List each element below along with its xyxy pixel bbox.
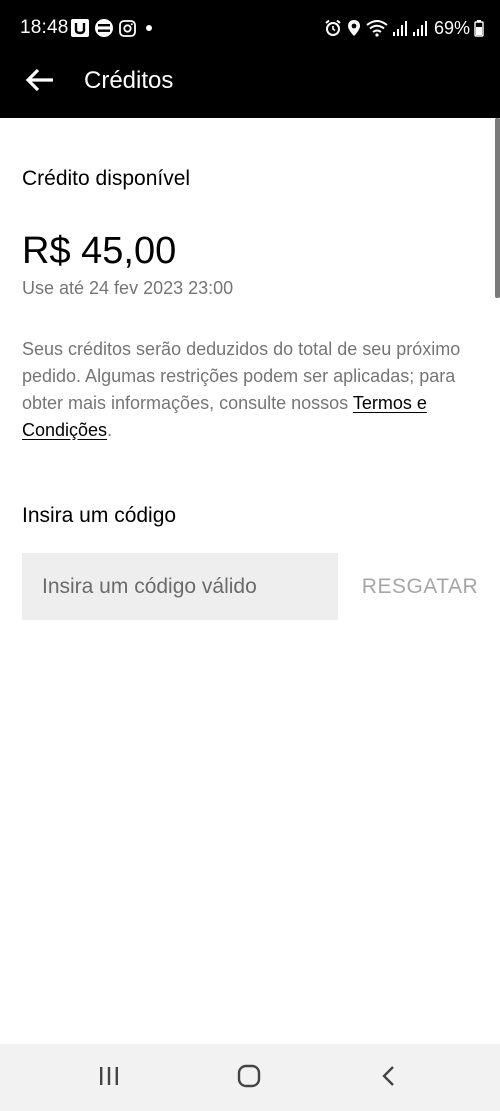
alarm-icon bbox=[324, 19, 342, 37]
status-notification-icons bbox=[71, 18, 156, 38]
credit-heading: Crédito disponível bbox=[22, 167, 191, 190]
notification-dot-icon bbox=[142, 21, 156, 35]
back-button[interactable] bbox=[22, 64, 58, 100]
scrollbar[interactable] bbox=[495, 118, 500, 298]
wifi-icon bbox=[366, 19, 388, 37]
arrow-left-icon bbox=[25, 67, 55, 98]
redeem-button[interactable]: RESGATAR bbox=[352, 553, 488, 620]
system-navigation-bar bbox=[0, 1044, 500, 1111]
status-time: 18:48 bbox=[20, 17, 69, 38]
battery-icon bbox=[474, 19, 484, 37]
uber-icon bbox=[71, 19, 89, 37]
recents-button[interactable] bbox=[87, 1056, 131, 1100]
credit-description-end: . bbox=[107, 420, 113, 440]
status-bar: 18:48 69% bbox=[0, 0, 500, 56]
app-bar: Créditos bbox=[0, 56, 500, 118]
credit-amount: R$ 45,00 bbox=[22, 230, 177, 272]
home-icon bbox=[236, 1063, 262, 1094]
credit-expiry: Use até 24 fev 2023 23:00 bbox=[22, 278, 234, 298]
instagram-icon bbox=[119, 19, 136, 37]
credit-description: Seus créditos serão deduzidos do total d… bbox=[22, 336, 482, 444]
code-heading: Insira um código bbox=[22, 504, 177, 527]
page-title: Créditos bbox=[84, 67, 174, 94]
back-icon bbox=[377, 1064, 401, 1093]
recents-icon bbox=[97, 1064, 121, 1093]
location-icon bbox=[346, 19, 362, 37]
signal-icon bbox=[392, 19, 408, 37]
signal-icon bbox=[412, 19, 428, 37]
promo-code-input[interactable] bbox=[22, 553, 338, 620]
battery-percentage: 69% bbox=[433, 18, 470, 38]
nav-back-button[interactable] bbox=[367, 1056, 411, 1100]
uber-eats-icon bbox=[95, 19, 113, 37]
status-system-icons: 69% bbox=[324, 17, 484, 39]
home-button[interactable] bbox=[227, 1056, 271, 1100]
